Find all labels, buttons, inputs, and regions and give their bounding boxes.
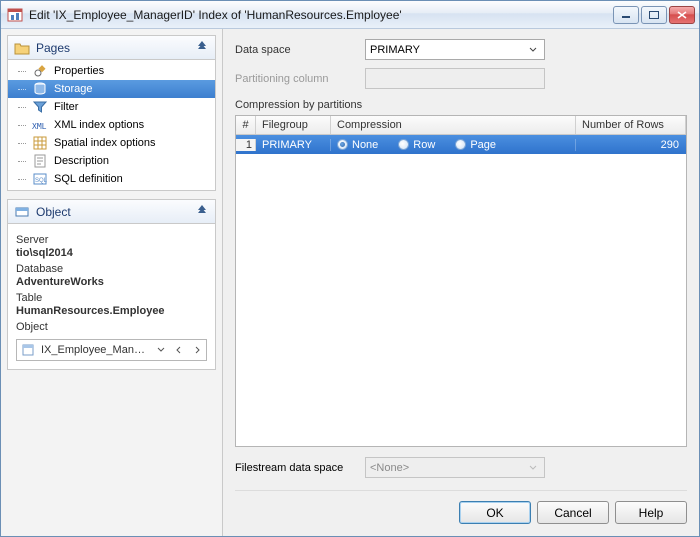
page-item-label: XML index options [54,119,144,131]
page-item-description[interactable]: Description [8,152,215,170]
object-panel: Object Server tio\sql2014 Database Adven… [7,199,216,370]
window-title: Edit 'IX_Employee_ManagerID' Index of 'H… [29,8,613,22]
object-icon [14,204,30,220]
radio-label: Row [413,139,435,151]
col-rows[interactable]: Number of Rows [576,116,686,134]
chevron-down-icon [526,46,540,54]
cell-num: 1 [236,139,256,151]
col-compression[interactable]: Compression [331,116,576,134]
compression-table: # Filegroup Compression Number of Rows 1… [235,115,687,447]
partition-col-label: Partitioning column [235,73,365,85]
database-label: Database [16,263,207,275]
compression-none-radio[interactable]: None [337,139,378,151]
pages-list: Properties Storage Filter XML XML index … [8,60,215,190]
spatial-icon [32,135,48,151]
object-selector[interactable]: IX_Employee_ManagerID [16,339,207,361]
next-button[interactable] [190,342,204,358]
compression-row-radio[interactable]: Row [398,139,435,151]
cell-filegroup: PRIMARY [256,139,331,151]
page-item-label: Storage [54,83,93,95]
server-value: tio\sql2014 [16,247,207,259]
object-panel-title: Object [36,205,195,219]
object-label: Object [16,321,207,333]
page-item-label: Filter [54,101,78,113]
page-item-filter[interactable]: Filter [8,98,215,116]
collapse-icon [195,205,209,219]
ok-button[interactable]: OK [459,501,531,524]
page-item-label: Spatial index options [54,137,156,149]
page-item-label: Properties [54,65,104,77]
table-value: HumanResources.Employee [16,305,207,317]
filestream-combo: <None> [365,457,545,478]
cell-compression: None Row Page [331,139,576,151]
table-header: # Filegroup Compression Number of Rows [236,116,686,135]
prev-button[interactable] [172,342,186,358]
help-button[interactable]: Help [615,501,687,524]
index-icon [21,342,37,358]
minimize-button[interactable] [613,6,639,24]
pages-panel-title: Pages [36,41,195,55]
object-panel-header[interactable]: Object [8,200,215,224]
data-space-combo[interactable]: PRIMARY [365,39,545,60]
page-item-sql[interactable]: SQL SQL definition [8,170,215,188]
storage-icon [32,81,48,97]
table-label: Table [16,292,207,304]
page-item-xml[interactable]: XML XML index options [8,116,215,134]
maximize-button[interactable] [641,6,667,24]
cell-rows: 290 [576,139,686,151]
table-row[interactable]: 1 PRIMARY None Row Page 290 [236,135,686,154]
cancel-button[interactable]: Cancel [537,501,609,524]
col-num[interactable]: # [236,116,256,134]
app-icon [7,7,23,23]
filter-icon [32,99,48,115]
close-button[interactable] [669,6,695,24]
server-label: Server [16,234,207,246]
dropdown-button[interactable] [154,342,168,358]
object-selector-text: IX_Employee_ManagerID [41,344,150,356]
pages-panel: Pages Properties Storage Filter [7,35,216,191]
collapse-icon [195,41,209,55]
xml-icon: XML [32,117,48,133]
database-value: AdventureWorks [16,276,207,288]
svg-text:SQL: SQL [35,178,48,184]
pages-panel-header[interactable]: Pages [8,36,215,60]
page-item-properties[interactable]: Properties [8,62,215,80]
page-item-label: Description [54,155,109,167]
properties-icon [32,63,48,79]
filestream-label: Filestream data space [235,462,365,474]
title-bar: Edit 'IX_Employee_ManagerID' Index of 'H… [1,1,699,29]
sql-icon: SQL [32,171,48,187]
svg-text:XML: XML [32,122,47,131]
partition-col-combo [365,68,545,89]
page-item-spatial[interactable]: Spatial index options [8,134,215,152]
folder-icon [14,40,30,56]
col-filegroup[interactable]: Filegroup [256,116,331,134]
description-icon [32,153,48,169]
data-space-value: PRIMARY [370,44,522,56]
compression-page-radio[interactable]: Page [455,139,496,151]
filestream-value: <None> [370,462,522,474]
page-item-storage[interactable]: Storage [8,80,215,98]
compression-title: Compression by partitions [235,99,687,111]
page-item-label: SQL definition [54,173,123,185]
chevron-down-icon [526,464,540,472]
radio-label: Page [470,139,496,151]
data-space-label: Data space [235,44,365,56]
radio-label: None [352,139,378,151]
